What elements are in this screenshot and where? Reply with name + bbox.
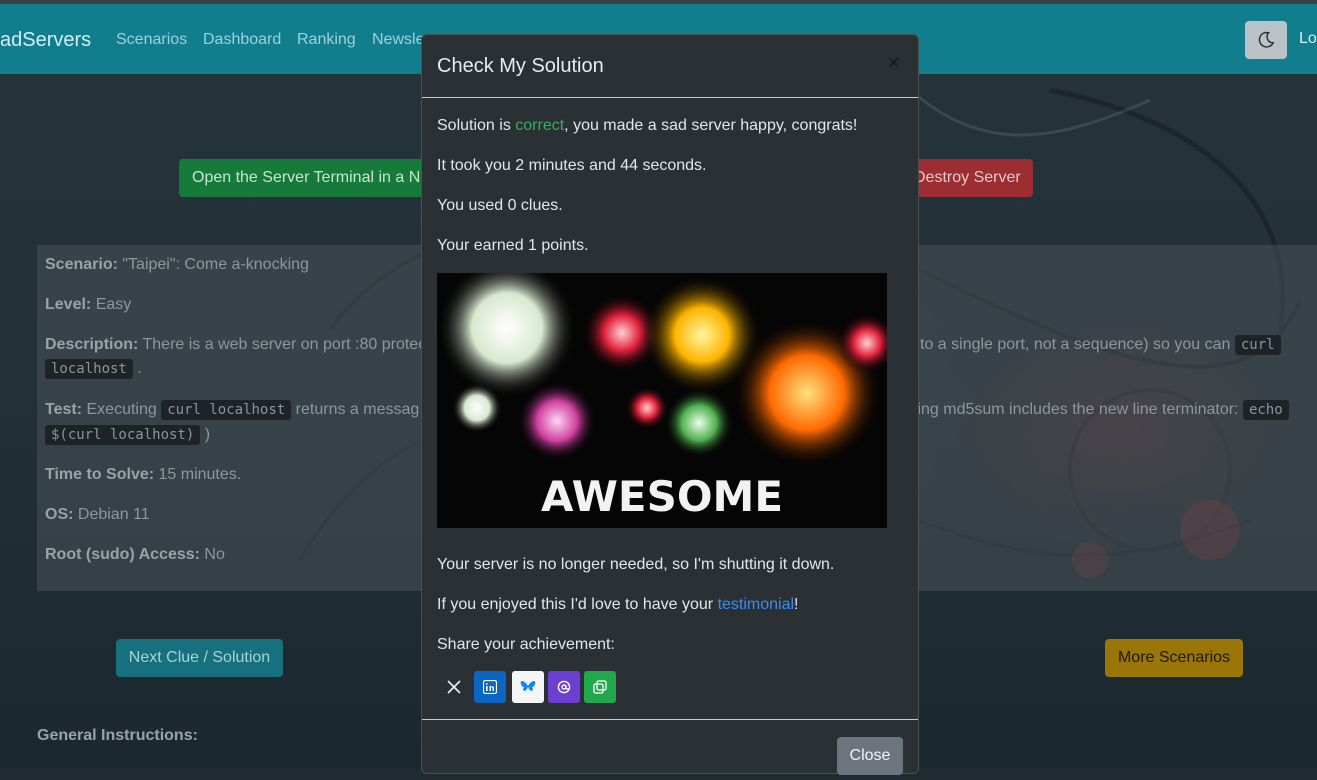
theme-toggle-button[interactable] [1245, 21, 1287, 59]
copy-icon [593, 680, 607, 694]
bluesky-icon [520, 681, 536, 691]
check-solution-modal: Check My Solution × Solution is correct,… [421, 34, 919, 775]
share-bluesky-button[interactable] [512, 671, 544, 703]
test-line-tail: ting md5sum includes the new line termin… [913, 400, 1289, 420]
nav-link-ranking[interactable]: Ranking [297, 31, 356, 49]
mastodon-icon [557, 680, 571, 694]
brand-logo[interactable]: adServers [0, 29, 91, 52]
description-line-tail: to a single port, not a sequence) so you… [920, 335, 1281, 355]
code-echo: echo [1242, 400, 1289, 420]
more-scenarios-button[interactable]: More Scenarios [1105, 639, 1243, 677]
modal-title: Check My Solution [437, 55, 604, 77]
code-localhost: localhost [45, 359, 133, 379]
destroy-server-button[interactable]: Destroy Server [900, 159, 1033, 197]
code-curl: curl [1234, 335, 1281, 355]
moon-icon [1258, 31, 1275, 48]
open-terminal-button[interactable]: Open the Server Terminal in a New Tab [179, 159, 439, 197]
description-line: Description: There is a web server on po… [45, 336, 427, 353]
general-instructions-heading: General Instructions: [37, 727, 198, 744]
time-taken-text: It took you 2 minutes and 44 seconds. [437, 157, 707, 174]
nav-login-link[interactable]: Lo [1299, 30, 1317, 48]
fireworks-graphic: AWESOME [437, 258, 897, 521]
modal-header: Check My Solution × [422, 35, 918, 98]
scenario-line: Scenario: "Taipei": Come a-knocking [45, 256, 309, 273]
os-line: OS: Debian 11 [45, 506, 150, 523]
share-mastodon-button[interactable] [548, 671, 580, 703]
clues-used-text: You used 0 clues. [437, 197, 563, 214]
code-curl-localhost: curl localhost [161, 400, 292, 420]
linkedin-icon [483, 680, 497, 694]
x-icon [447, 680, 461, 694]
description-code-line: localhost . [45, 359, 142, 379]
time-line: Time to Solve: 15 minutes. [45, 466, 242, 483]
correct-label: correct [515, 117, 565, 134]
share-x-button[interactable] [438, 671, 470, 703]
points-earned-text: Your earned 1 points. [437, 237, 589, 254]
close-button[interactable]: Close [837, 737, 903, 775]
level-line: Level: Easy [45, 296, 132, 313]
nav-link-scenarios[interactable]: Scenarios [116, 31, 187, 49]
solution-status-text: Solution is correct, you made a sad serv… [437, 117, 858, 134]
close-icon[interactable]: × [888, 52, 900, 75]
share-copy-button[interactable] [584, 671, 616, 703]
awesome-image-text: AWESOME [541, 472, 783, 521]
share-achievement-text: Share your achievement: [437, 636, 615, 653]
server-shutdown-text: Your server is no longer needed, so I'm … [437, 556, 835, 573]
share-linkedin-button[interactable] [474, 671, 506, 703]
testimonial-link[interactable]: testimonial [718, 596, 794, 613]
modal-footer: Close [422, 719, 918, 780]
nav-link-dashboard[interactable]: Dashboard [203, 31, 281, 49]
test-code-line: $(curl localhost) ) [45, 425, 210, 445]
nav-link-newsletter[interactable]: Newsle [372, 31, 424, 49]
awesome-fireworks-image: AWESOME [437, 258, 897, 528]
testimonial-text: If you enjoyed this I'd love to have you… [437, 596, 799, 613]
test-line: Test: Executing curl localhost returns a… [45, 400, 420, 420]
code-curl-subshell: $(curl localhost) [45, 425, 201, 445]
next-clue-button[interactable]: Next Clue / Solution [116, 639, 283, 677]
root-access-line: Root (sudo) Access: No [45, 546, 225, 563]
